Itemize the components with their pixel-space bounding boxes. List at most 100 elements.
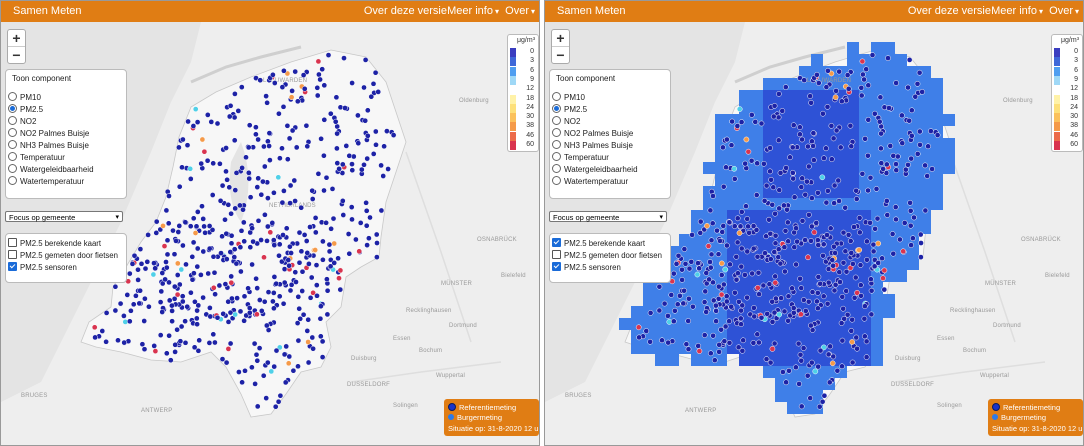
- sensor-dot[interactable]: [675, 252, 682, 259]
- sensor-dot[interactable]: [166, 332, 172, 339]
- sensor-dot[interactable]: [374, 254, 380, 260]
- sensor-dot[interactable]: [772, 240, 779, 247]
- sensor-dot[interactable]: [349, 167, 356, 174]
- sensor-dot[interactable]: [924, 173, 931, 179]
- sensor-dot[interactable]: [204, 157, 211, 164]
- sensor-dot[interactable]: [798, 311, 804, 318]
- sensor-dot[interactable]: [160, 223, 166, 229]
- sensor-dot[interactable]: [849, 316, 856, 323]
- sensor-dot[interactable]: [157, 332, 164, 338]
- sensor-dot[interactable]: [254, 403, 261, 410]
- sensor-dot[interactable]: [874, 215, 881, 222]
- sensor-dot[interactable]: [823, 84, 830, 90]
- sensor-dot[interactable]: [907, 207, 914, 214]
- sensor-dot[interactable]: [238, 268, 244, 275]
- sensor-dot[interactable]: [859, 170, 866, 177]
- sensor-dot[interactable]: [703, 309, 710, 315]
- sensor-dot[interactable]: [271, 305, 277, 312]
- sensor-dot[interactable]: [362, 117, 369, 124]
- sensor-dot[interactable]: [718, 260, 725, 267]
- nav-about-version[interactable]: Over deze versie: [364, 5, 447, 17]
- sensor-dot[interactable]: [157, 299, 164, 305]
- sensor-dot[interactable]: [159, 270, 166, 276]
- sensor-dot[interactable]: [261, 298, 268, 305]
- sensor-dot[interactable]: [232, 187, 239, 193]
- sensor-dot[interactable]: [296, 305, 303, 312]
- sensor-dot[interactable]: [828, 156, 835, 163]
- sensor-dot[interactable]: [875, 240, 882, 247]
- sensor-dot[interactable]: [873, 186, 880, 192]
- sensor-dot[interactable]: [702, 288, 709, 295]
- sensor-dot[interactable]: [727, 261, 733, 268]
- sensor-dot[interactable]: [839, 363, 845, 370]
- sensor-dot[interactable]: [836, 269, 843, 276]
- overlay-option[interactable]: PM2.5 sensoren: [8, 262, 77, 274]
- checkbox-icon[interactable]: [552, 262, 561, 272]
- sensor-dot[interactable]: [824, 300, 831, 307]
- sensor-dot[interactable]: [202, 229, 208, 236]
- sensor-dot[interactable]: [840, 305, 847, 312]
- sensor-dot[interactable]: [301, 232, 308, 238]
- sensor-dot[interactable]: [246, 122, 253, 129]
- sensor-dot[interactable]: [690, 303, 696, 310]
- sensor-dot[interactable]: [334, 145, 340, 152]
- sensor-dot[interactable]: [737, 223, 744, 230]
- radio-icon[interactable]: [8, 128, 17, 138]
- app-title[interactable]: Samen Meten: [13, 5, 81, 17]
- sensor-dot[interactable]: [246, 305, 253, 311]
- radio-icon[interactable]: [8, 92, 17, 102]
- sensor-dot[interactable]: [174, 260, 181, 267]
- sensor-dot[interactable]: [872, 225, 878, 232]
- sensor-dot[interactable]: [348, 204, 355, 210]
- sensor-dot[interactable]: [260, 372, 267, 379]
- sensor-dot[interactable]: [362, 57, 369, 63]
- sensor-dot[interactable]: [180, 242, 186, 249]
- radio-icon[interactable]: [8, 140, 17, 150]
- sensor-dot[interactable]: [908, 132, 915, 139]
- sensor-dot[interactable]: [374, 240, 380, 246]
- sensor-dot[interactable]: [279, 84, 286, 90]
- sensor-dot[interactable]: [907, 199, 913, 206]
- sensor-dot[interactable]: [739, 302, 746, 309]
- sensor-dot[interactable]: [749, 270, 756, 277]
- sensor-dot[interactable]: [378, 162, 384, 169]
- sensor-dot[interactable]: [258, 191, 265, 198]
- sensor-dot[interactable]: [804, 372, 811, 379]
- sensor-dot[interactable]: [809, 138, 815, 145]
- sensor-dot[interactable]: [799, 136, 805, 143]
- sensor-dot[interactable]: [303, 122, 310, 129]
- sensor-dot[interactable]: [802, 191, 809, 198]
- sensor-dot[interactable]: [716, 341, 723, 348]
- sensor-dot[interactable]: [225, 298, 232, 305]
- sensor-dot[interactable]: [789, 144, 796, 151]
- sensor-dot[interactable]: [284, 156, 291, 163]
- sensor-dot[interactable]: [704, 223, 710, 229]
- sensor-dot[interactable]: [316, 71, 322, 78]
- sensor-dot[interactable]: [779, 108, 786, 114]
- sensor-dot[interactable]: [258, 308, 265, 314]
- focus-municipality-select[interactable]: Focus op gemeente ▾: [549, 211, 667, 222]
- sensor-dot[interactable]: [738, 263, 745, 270]
- sensor-dot[interactable]: [934, 132, 941, 138]
- sensor-dot[interactable]: [839, 337, 846, 344]
- sensor-dot[interactable]: [163, 259, 169, 265]
- sensor-dot[interactable]: [346, 250, 353, 257]
- sensor-dot[interactable]: [893, 216, 899, 223]
- sensor-dot[interactable]: [174, 272, 181, 278]
- sensor-dot[interactable]: [914, 151, 921, 157]
- sensor-dot[interactable]: [331, 260, 338, 266]
- component-option[interactable]: PM10: [552, 92, 585, 104]
- sensor-dot[interactable]: [273, 347, 280, 354]
- sensor-dot[interactable]: [192, 106, 199, 112]
- sensor-dot[interactable]: [208, 119, 215, 125]
- sensor-dot[interactable]: [210, 253, 217, 260]
- sensor-dot[interactable]: [264, 238, 270, 244]
- sensor-dot[interactable]: [184, 303, 191, 310]
- sensor-dot[interactable]: [226, 184, 233, 191]
- sensor-dot[interactable]: [809, 195, 815, 201]
- sensor-dot[interactable]: [169, 318, 175, 325]
- sensor-dot[interactable]: [718, 272, 725, 278]
- sensor-dot[interactable]: [830, 262, 836, 269]
- sensor-dot[interactable]: [856, 229, 863, 236]
- sensor-dot[interactable]: [861, 76, 867, 83]
